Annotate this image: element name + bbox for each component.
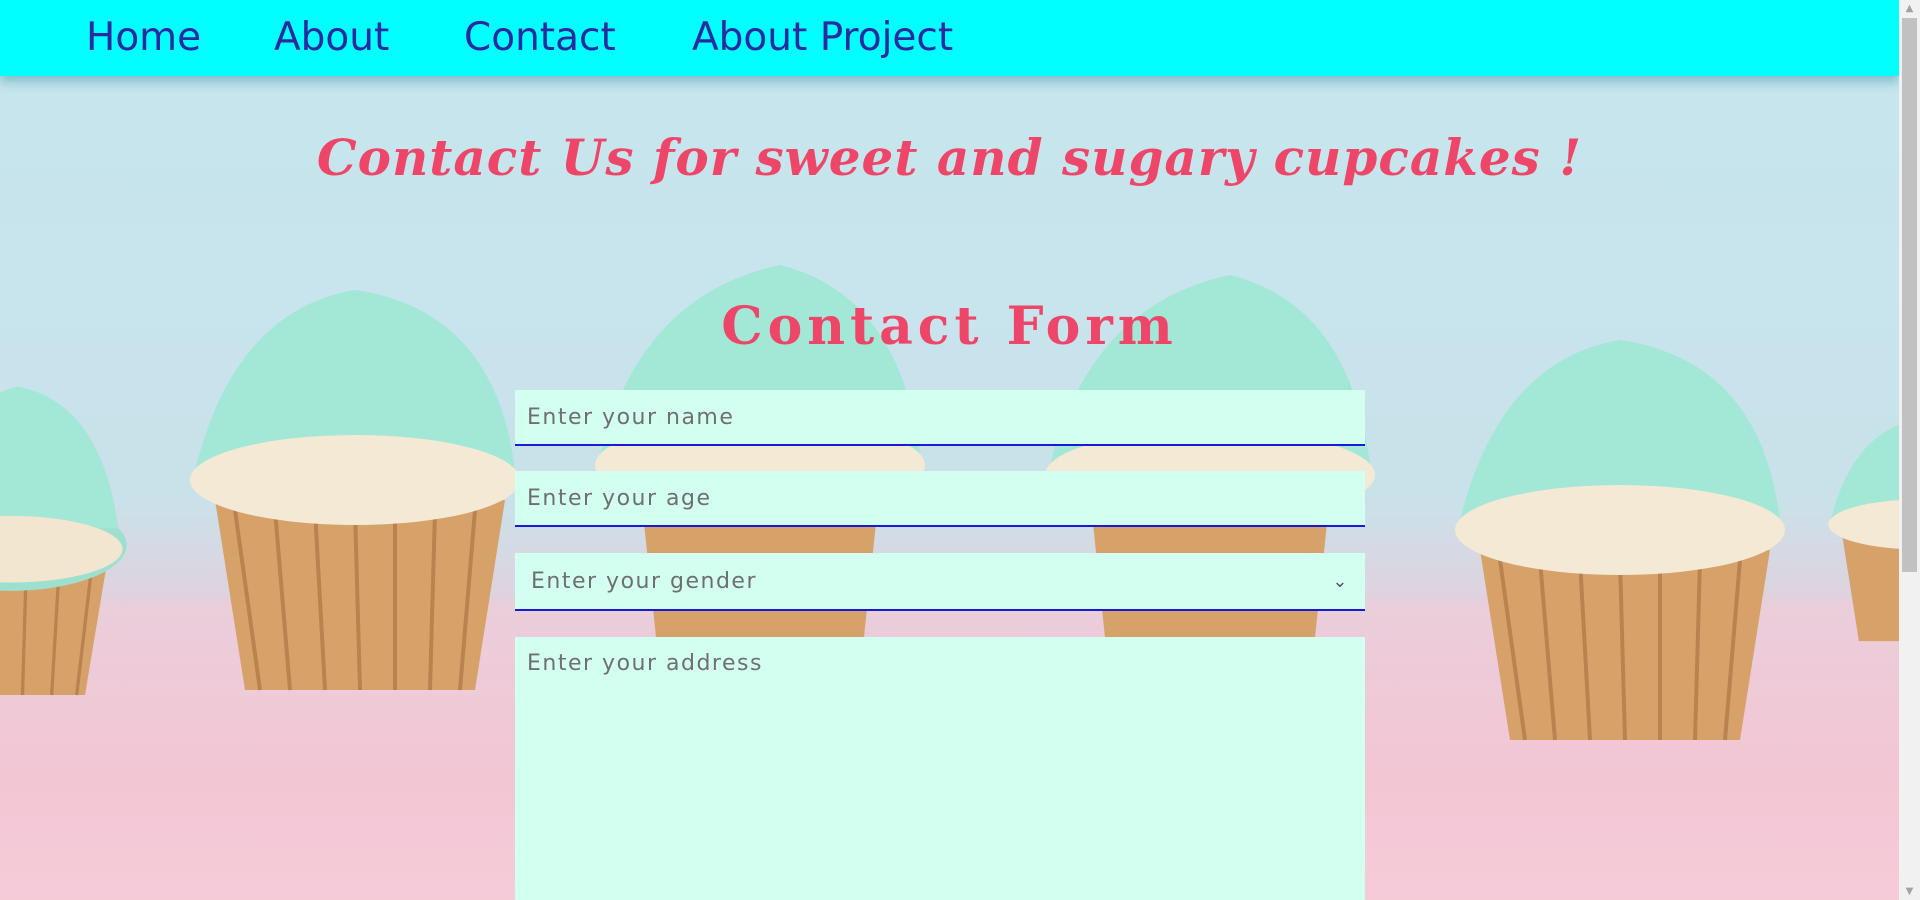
name-input[interactable]	[515, 390, 1365, 446]
scroll-down-arrow-icon[interactable]: ▼	[1899, 883, 1920, 900]
nav-link-home[interactable]: Home	[86, 14, 201, 62]
cupcake-image	[0, 330, 160, 710]
cupcake-image	[1820, 380, 1899, 680]
nav-link-about[interactable]: About	[274, 14, 389, 62]
chevron-down-icon: ⌄	[1332, 570, 1349, 592]
cupcake-image	[1440, 320, 1800, 760]
top-navbar: Home About Contact About Project	[0, 0, 1899, 76]
address-textarea[interactable]	[515, 637, 1365, 900]
page-tagline: Contact Us for sweet and sugary cupcakes…	[316, 128, 1583, 187]
scroll-up-arrow-icon[interactable]: ▲	[1899, 0, 1920, 17]
gender-select[interactable]: Enter your gender ⌄	[515, 553, 1365, 611]
nav-link-about-project[interactable]: About Project	[692, 14, 953, 62]
scrollbar-thumb[interactable]	[1902, 18, 1917, 572]
nav-link-contact[interactable]: Contact	[464, 14, 616, 62]
page-scrollbar[interactable]: ▲ ▼	[1899, 0, 1920, 900]
age-input[interactable]	[515, 471, 1365, 527]
contact-form-title: Contact Form	[721, 296, 1178, 357]
gender-select-value: Enter your gender	[531, 568, 757, 594]
